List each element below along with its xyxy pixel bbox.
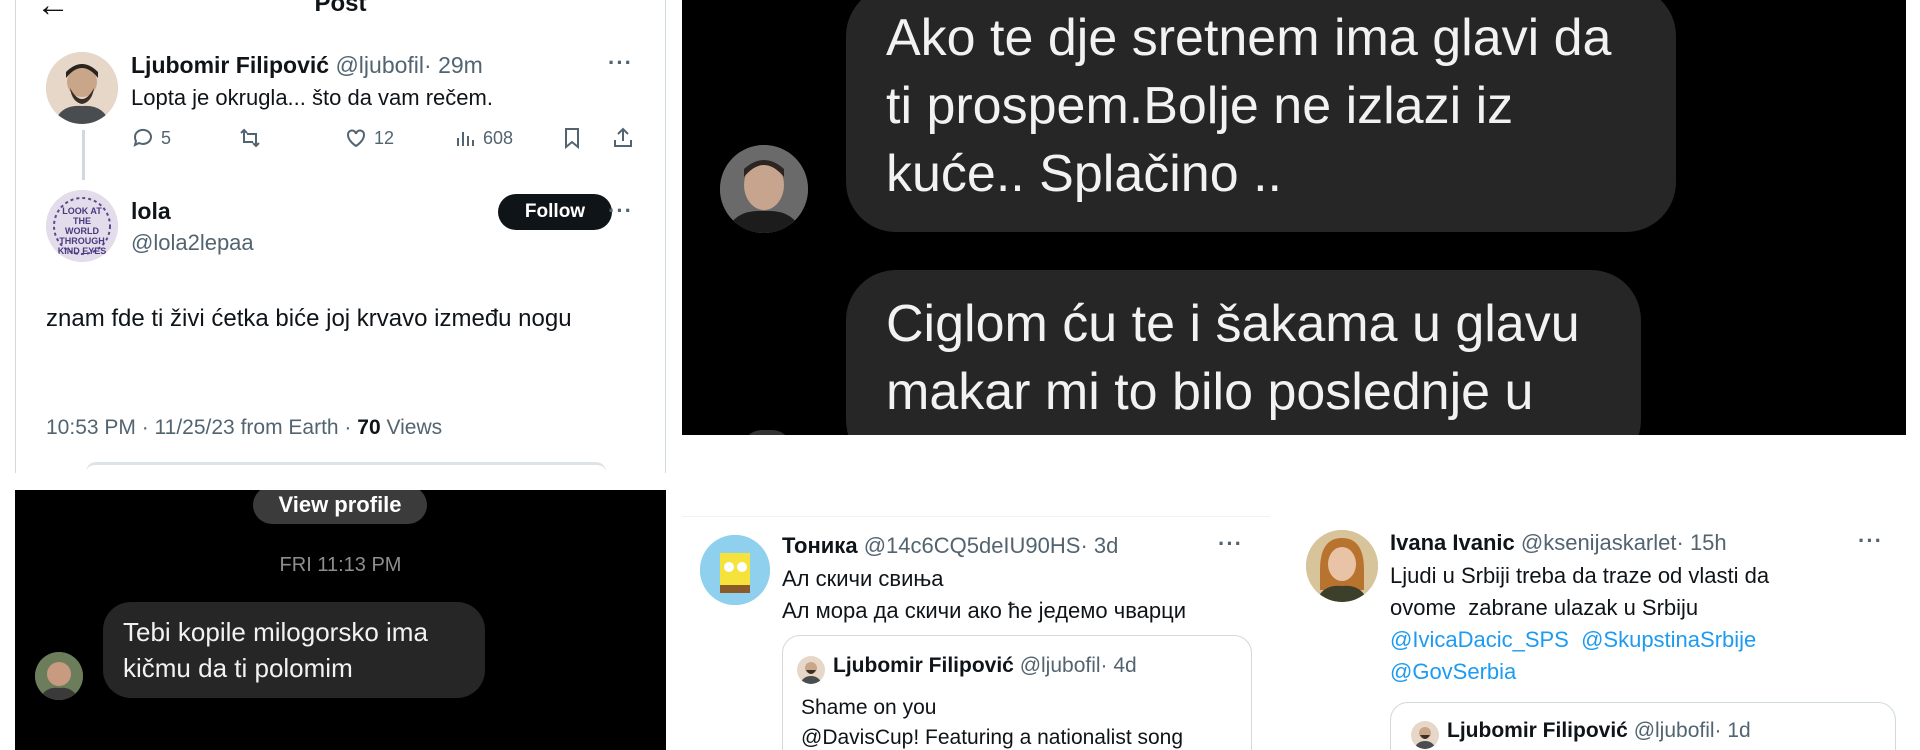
chat-timestamp: FRI 11:13 PM bbox=[279, 554, 402, 576]
tweet-header: Ivana Ivanic @ksenijaskarlet· 15h bbox=[1390, 530, 1727, 556]
avatar[interactable] bbox=[1306, 530, 1378, 602]
tweet-text: Lopta je okrugla... što da vam rečem. bbox=[131, 85, 493, 110]
mention-link[interactable]: @SkupstinaSrbije bbox=[1581, 627, 1756, 652]
message-bubble: Ako te dje sretnem ima glavi da ti prosp… bbox=[846, 0, 1676, 232]
heart-icon bbox=[347, 129, 365, 148]
tweet-header: Тоника @14c6CQ5deIU90HS· 3d bbox=[782, 533, 1118, 559]
tweet-line: Ал мора да скичи ако ће једемо чварци bbox=[782, 598, 1187, 623]
quote-author-name: Ljubomir Filipović bbox=[1447, 719, 1628, 742]
mention-line: @GovSerbia bbox=[1390, 656, 1516, 688]
mention-line: @IvicaDacic_SPS @SkupstinaSrbije bbox=[1390, 624, 1756, 656]
view-count: 608 bbox=[483, 127, 514, 148]
quote-time: · 1d bbox=[1714, 719, 1751, 742]
view-profile-button[interactable]: View profile bbox=[253, 490, 427, 524]
page-title: Post bbox=[314, 0, 367, 17]
avatar[interactable]: LOOK AT THE WORLD THROUGH KIND EYES bbox=[46, 190, 118, 262]
quoted-tweet[interactable]: Ljubomir Filipović @ljubofil· 1d bbox=[1390, 702, 1896, 750]
quote-header: Ljubomir Filipović @ljubofil· 4d bbox=[833, 654, 1137, 678]
message-bubble: Tebi kopile milogorsko ima kičmu da ti p… bbox=[103, 602, 485, 698]
quoted-tweet[interactable]: Ljubomir Filipović @ljubofil· 4d Shame o… bbox=[782, 635, 1252, 750]
views-button[interactable]: 608 bbox=[453, 126, 513, 150]
avatar-partial bbox=[742, 430, 792, 435]
dark-chat-small: View profile FRI 11:13 PM Tebi kopile mi… bbox=[15, 490, 666, 750]
x-post-panel: ← Post Ljubomir Filipović @ljubofil· 29m… bbox=[15, 0, 666, 473]
follow-button[interactable]: Follow bbox=[498, 194, 612, 230]
share-icon bbox=[614, 127, 632, 147]
thread-line bbox=[82, 130, 85, 180]
mention-link[interactable]: @IvicaDacic_SPS bbox=[1390, 627, 1569, 652]
tweet-time: · 29m bbox=[424, 52, 483, 78]
tweet-time: · 3d bbox=[1080, 533, 1119, 558]
reply-author-handle[interactable]: @lola2lepaa bbox=[131, 230, 254, 256]
avatar[interactable] bbox=[35, 652, 83, 700]
message-bubble: Ciglom ću te i šakama u glavu makar mi t… bbox=[846, 270, 1641, 435]
avatar[interactable] bbox=[720, 145, 808, 233]
avatar bbox=[1411, 721, 1439, 749]
avatar-lettering: LOOK AT THE WORLD THROUGH KIND EYES bbox=[57, 206, 107, 256]
like-count: 12 bbox=[374, 127, 395, 148]
bookmark-icon bbox=[565, 128, 579, 150]
views-label: Views bbox=[386, 416, 443, 439]
reply-author-name[interactable]: lola bbox=[131, 198, 171, 225]
tweet-line: ovome zabrane ulazak u Srbiju bbox=[1390, 595, 1699, 620]
quote-author-name: Ljubomir Filipović bbox=[833, 654, 1014, 677]
author-handle[interactable]: @ljubofil bbox=[335, 52, 424, 78]
tweet-ivana: Ivana Ivanic @ksenijaskarlet· 15h ··· Lj… bbox=[1290, 516, 1920, 750]
tweet-tonika: Тоника @14c6CQ5deIU90HS· 3d ··· Ал скичи… bbox=[682, 516, 1270, 750]
more-icon[interactable]: ··· bbox=[1858, 528, 1883, 554]
reply-icon bbox=[133, 128, 152, 147]
post-meta: 10:53 PM · 11/25/23 from Earth · 70 View… bbox=[46, 416, 442, 440]
avatar[interactable] bbox=[46, 52, 118, 124]
quote-author-handle: @ljubofil bbox=[1633, 719, 1715, 742]
tweet-line: Ljudi u Srbiji treba da traze od vlasti … bbox=[1390, 563, 1770, 588]
reply-text: znam fde ti živi ćetka biće joj krvavo i… bbox=[46, 305, 572, 332]
dark-chat-large: Ako te dje sretnem ima glavi da ti prosp… bbox=[682, 0, 1906, 435]
author-handle[interactable]: @ksenijaskarlet bbox=[1521, 530, 1677, 555]
share-button[interactable] bbox=[611, 126, 635, 150]
repost-icon bbox=[240, 128, 260, 148]
quote-time: · 4d bbox=[1100, 654, 1137, 677]
bookmark-button[interactable] bbox=[560, 126, 584, 150]
more-icon[interactable]: ··· bbox=[608, 198, 633, 224]
quote-author-handle: @ljubofil bbox=[1019, 654, 1101, 677]
more-icon[interactable]: ··· bbox=[608, 50, 633, 76]
author-name[interactable]: Ljubomir Filipović bbox=[131, 52, 329, 78]
post-timestamp: 10:53 PM · 11/25/23 from Earth · bbox=[46, 416, 352, 439]
reply-button[interactable]: 5 bbox=[131, 126, 171, 150]
like-button[interactable]: 12 bbox=[344, 126, 394, 150]
tweet-time: · 15h bbox=[1676, 530, 1727, 555]
quote-line: @DavisCup! Featuring a nationalist song bbox=[801, 726, 1184, 749]
tweet-header: Ljubomir Filipović @ljubofil· 29m bbox=[131, 52, 483, 79]
quote-header: Ljubomir Filipović @ljubofil· 1d bbox=[1447, 719, 1751, 743]
reply-count: 5 bbox=[161, 127, 172, 148]
author-handle[interactable]: @14c6CQ5deIU90HS bbox=[864, 533, 1081, 558]
author-name[interactable]: Ivana Ivanic bbox=[1390, 530, 1515, 555]
view-count: 70 bbox=[357, 416, 381, 439]
quote-line: Shame on you bbox=[801, 696, 937, 719]
bar-chart-icon bbox=[457, 132, 474, 146]
author-name[interactable]: Тоника bbox=[782, 533, 858, 558]
tweet-line: Ал скичи свиња bbox=[782, 566, 944, 591]
avatar bbox=[797, 656, 825, 684]
repost-button[interactable] bbox=[238, 126, 262, 150]
more-icon[interactable]: ··· bbox=[1218, 531, 1243, 557]
action-bar-partial bbox=[86, 462, 606, 473]
mention-link[interactable]: @GovSerbia bbox=[1390, 659, 1516, 684]
avatar[interactable] bbox=[700, 535, 770, 605]
